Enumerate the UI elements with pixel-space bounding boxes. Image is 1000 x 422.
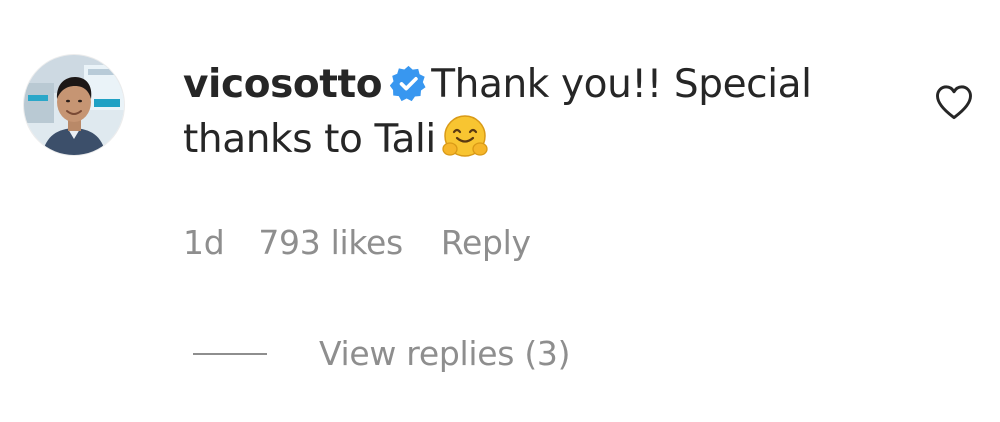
hugging-face-emoji xyxy=(440,112,490,162)
avatar[interactable] xyxy=(24,55,124,155)
comment-meta: 1d 793 likes Reply xyxy=(183,221,531,265)
view-replies-button[interactable]: View replies (3) xyxy=(193,332,570,376)
comment-item: vicosotto Thank you!! Special thanks to T… xyxy=(0,0,1000,422)
heart-outline-icon xyxy=(936,85,972,120)
username-link[interactable]: vicosotto xyxy=(183,62,383,107)
view-replies-label: View replies (3) xyxy=(319,334,571,373)
reply-button[interactable]: Reply xyxy=(441,221,531,265)
verified-badge-icon xyxy=(390,63,427,102)
comment-text-line2: thanks to Tali xyxy=(183,117,436,162)
comment-body: vicosotto Thank you!! Special thanks to T… xyxy=(183,58,883,167)
comment-timestamp[interactable]: 1d xyxy=(183,221,225,265)
view-replies-divider xyxy=(193,353,267,355)
avatar-image xyxy=(24,55,124,155)
likes-count-button[interactable]: 793 likes xyxy=(258,221,403,265)
comment-text-line1: Thank you!! Special xyxy=(431,62,812,107)
like-button[interactable] xyxy=(932,80,976,124)
